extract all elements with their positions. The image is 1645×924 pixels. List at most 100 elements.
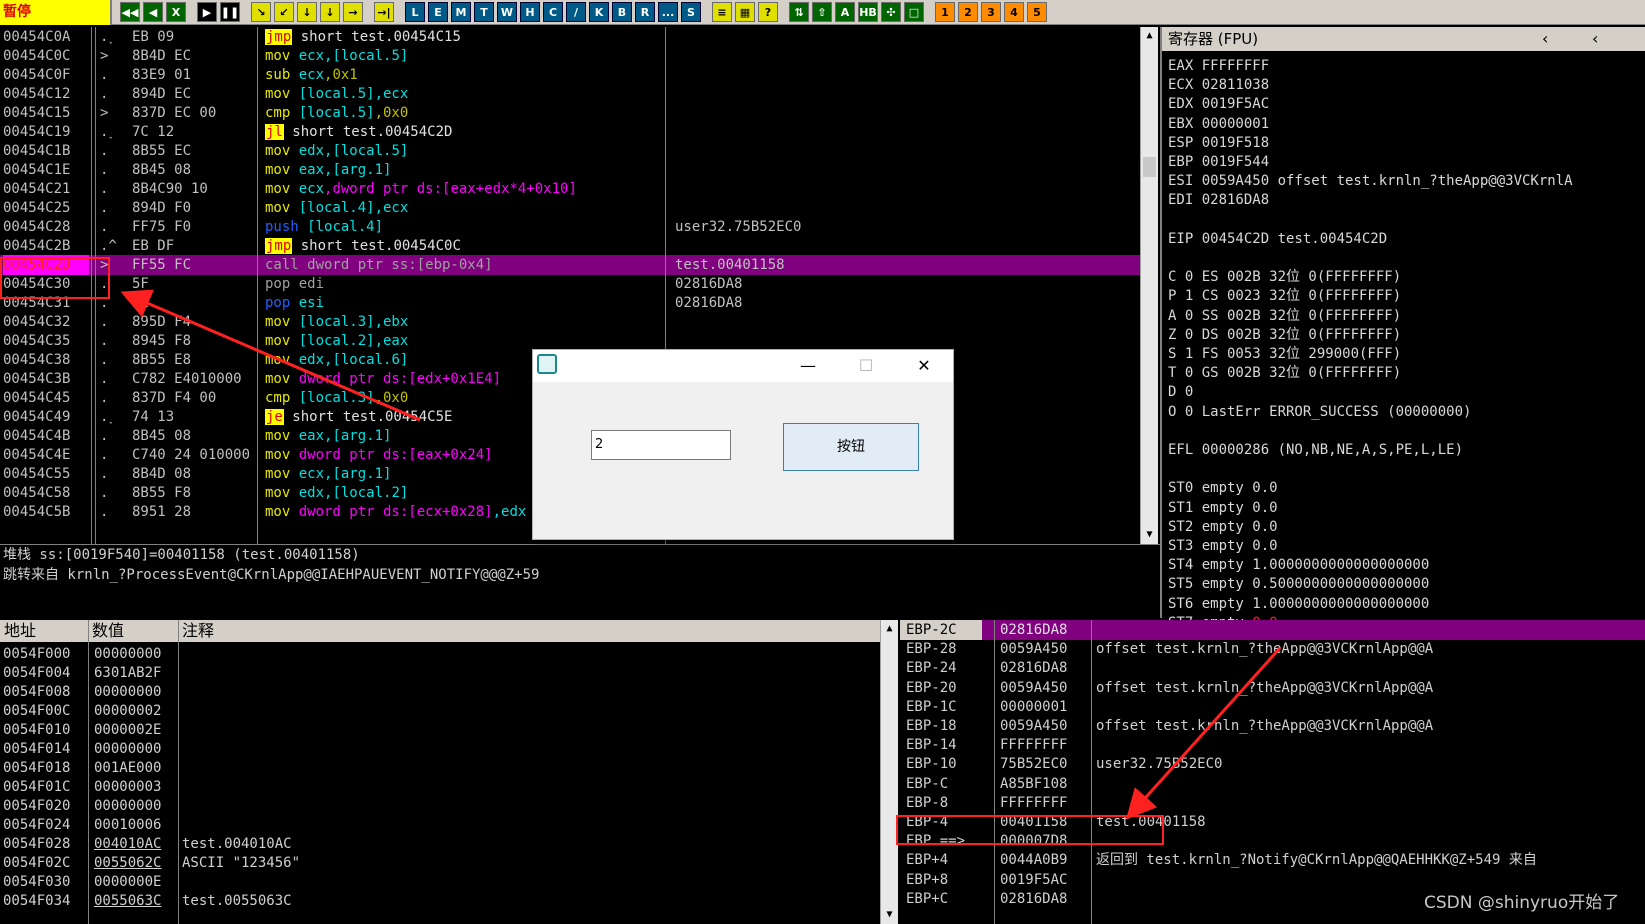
- window-letter-button[interactable]: S: [681, 2, 701, 22]
- plugin-button[interactable]: HB: [858, 2, 878, 22]
- disasm-row[interactable]: 00454C0F. 83E9 01 sub ecx,0x1: [0, 65, 1140, 85]
- registers-header[interactable]: 寄存器 (FPU) ‹ ‹: [1162, 27, 1645, 51]
- app-window-titlebar[interactable]: — ☐ ✕: [533, 350, 953, 382]
- disasm-row[interactable]: 00454C1B. 8B55 EC mov edx,[local.5]: [0, 141, 1140, 161]
- scroll-thumb[interactable]: [1143, 157, 1156, 177]
- window-letter-button[interactable]: L: [405, 2, 425, 22]
- disasm-row[interactable]: 00454C2B .^ EB DF jmp short test.00454C0C: [0, 236, 1140, 256]
- stack-row[interactable]: EBP+4 0044A0B9 返回到 test.krnln_?Notify@CKrn…: [900, 850, 1645, 870]
- register-row[interactable]: ST1 empty 0.0: [1168, 498, 1278, 518]
- number-button[interactable]: 1: [935, 2, 955, 22]
- step-button[interactable]: ↘: [251, 2, 271, 22]
- disasm-row[interactable]: 00454C30. 5F pop edi 02816DA8: [0, 274, 1140, 294]
- execute-till-button[interactable]: →|: [374, 2, 394, 22]
- scroll-down-icon[interactable]: ▼: [881, 906, 898, 924]
- register-row[interactable]: EIP 00454C2D test.00454C2D: [1168, 229, 1387, 249]
- step-button[interactable]: ↙: [274, 2, 294, 22]
- disasm-row[interactable]: 00454C25. 894D F0 mov [local.4],ecx: [0, 198, 1140, 218]
- disasm-row[interactable]: 00454C2D > FF55 FC call dword ptr ss:[ebp-0…: [0, 255, 1140, 275]
- registers-pane[interactable]: 寄存器 (FPU) ‹ ‹ EAX FFFFFFFF ECX 02811038 ED…: [1160, 27, 1645, 631]
- register-row[interactable]: S 1 FS 0053 32位 299000(FFF): [1168, 344, 1401, 364]
- close-button[interactable]: ✕: [901, 350, 947, 382]
- play-button[interactable]: ❚❚: [220, 2, 240, 22]
- number-button[interactable]: 2: [958, 2, 978, 22]
- disasm-row[interactable]: 00454C19 .˯ 7C 12 jl short test.00454C2D: [0, 122, 1140, 142]
- dump-header-comment[interactable]: 注释: [182, 620, 214, 642]
- action-button[interactable]: 按钮: [783, 423, 919, 471]
- plugin-button[interactable]: ✣: [881, 2, 901, 22]
- register-row[interactable]: ST2 empty 0.0: [1168, 517, 1278, 537]
- disasm-row[interactable]: 00454C12. 894D EC mov [local.5],ecx: [0, 84, 1140, 104]
- disasm-row[interactable]: 00454C31. 5E pop esi 02816DA8: [0, 293, 1140, 313]
- minimize-button[interactable]: —: [785, 350, 831, 382]
- dump-scrollbar[interactable]: ▲ ▼: [880, 620, 898, 924]
- window-letter-button[interactable]: B: [612, 2, 632, 22]
- view-button[interactable]: ≡: [712, 2, 732, 22]
- number-button[interactable]: 3: [981, 2, 1001, 22]
- plugin-button[interactable]: □: [904, 2, 924, 22]
- dump-header-address[interactable]: 地址: [4, 620, 36, 642]
- window-letter-button[interactable]: T: [474, 2, 494, 22]
- register-row[interactable]: A 0 SS 002B 32位 0(FFFFFFFF): [1168, 306, 1401, 326]
- register-row[interactable]: EDX 0019F5AC: [1168, 94, 1269, 114]
- register-row[interactable]: ECX 02811038: [1168, 75, 1269, 95]
- window-letter-button[interactable]: W: [497, 2, 517, 22]
- text-input[interactable]: 2: [591, 430, 731, 460]
- register-row[interactable]: ST5 empty 0.5000000000000000000: [1168, 574, 1429, 594]
- disasm-scrollbar[interactable]: ▲ ▼: [1140, 27, 1158, 544]
- register-row[interactable]: EBP 0019F544: [1168, 152, 1269, 172]
- stack-row[interactable]: EBP-14 FFFFFFFF: [900, 735, 1645, 755]
- view-button[interactable]: ?: [758, 2, 778, 22]
- window-letter-button[interactable]: /: [566, 2, 586, 22]
- step-button[interactable]: →: [343, 2, 363, 22]
- window-letter-button[interactable]: R: [635, 2, 655, 22]
- register-row[interactable]: ESI 0059A450 offset test.krnln_?theApp@@…: [1168, 171, 1573, 191]
- window-letter-button[interactable]: H: [520, 2, 540, 22]
- disasm-row[interactable]: 00454C35. 8945 F8 mov [local.2],eax: [0, 331, 1140, 351]
- stack-row[interactable]: EBP-8 FFFFFFFF: [900, 793, 1645, 813]
- view-button[interactable]: ▦: [735, 2, 755, 22]
- scroll-up-icon[interactable]: ▲: [881, 620, 898, 638]
- register-row[interactable]: ST4 empty 1.0000000000000000000: [1168, 555, 1429, 575]
- disasm-row[interactable]: 00454C28. FF75 F0 push [local.4] user32.75B…: [0, 217, 1140, 237]
- disasm-row[interactable]: 00454C0C >8B4D EC mov ecx,[local.5]: [0, 46, 1140, 66]
- run-button[interactable]: X: [166, 2, 186, 22]
- stack-row[interactable]: EBP-28 0059A450 offset test.krnln_?theApp@…: [900, 639, 1645, 659]
- number-button[interactable]: 5: [1027, 2, 1047, 22]
- scroll-down-icon[interactable]: ▼: [1141, 526, 1158, 544]
- stack-row[interactable]: EBP-1C 00000001: [900, 697, 1645, 717]
- register-row[interactable]: EAX FFFFFFFF: [1168, 56, 1269, 76]
- window-letter-button[interactable]: K: [589, 2, 609, 22]
- stack-row[interactable]: EBP-18 0059A450 offset test.krnln_?theApp@…: [900, 716, 1645, 736]
- stack-row[interactable]: EBP-20 0059A450 offset test.krnln_?theApp@…: [900, 678, 1645, 698]
- register-row[interactable]: T 0 GS 002B 32位 0(FFFFFFFF): [1168, 363, 1401, 383]
- register-row[interactable]: EBX 00000001: [1168, 114, 1269, 134]
- step-button[interactable]: ↓: [320, 2, 340, 22]
- chevron-left-icon[interactable]: ‹: [1542, 27, 1548, 51]
- register-row[interactable]: ST3 empty 0.0: [1168, 536, 1278, 556]
- dump-header-value[interactable]: 数值: [92, 620, 124, 642]
- register-row[interactable]: P 1 CS 0023 32位 0(FFFFFFFF): [1168, 286, 1401, 306]
- disasm-row[interactable]: 00454C21. 8B4C90 10 mov ecx,dword ptr ds:[…: [0, 179, 1140, 199]
- register-row[interactable]: C 0 ES 002B 32位 0(FFFFFFFF): [1168, 267, 1401, 287]
- plugin-button[interactable]: ⇅: [789, 2, 809, 22]
- play-button[interactable]: ▶: [197, 2, 217, 22]
- plugin-button[interactable]: ⇧: [812, 2, 832, 22]
- register-row[interactable]: EDI 02816DA8: [1168, 190, 1269, 210]
- register-row[interactable]: O 0 LastErr ERROR_SUCCESS (00000000): [1168, 402, 1471, 422]
- stack-pane[interactable]: EBP-2C 02816DA8 EBP-28 0059A450 offset test.…: [900, 620, 1645, 924]
- disasm-row[interactable]: 00454C1E. 8B45 08 mov eax,[arg.1]: [0, 160, 1140, 180]
- number-button[interactable]: 4: [1004, 2, 1024, 22]
- disasm-row[interactable]: 00454C0A .˯ EB 09 jmp short test.00454C15: [0, 27, 1140, 47]
- step-button[interactable]: ↓: [297, 2, 317, 22]
- stack-row[interactable]: EBP-10 75B52EC0 user32.75B52EC0: [900, 754, 1645, 774]
- window-letter-button[interactable]: C: [543, 2, 563, 22]
- run-button[interactable]: ◀: [143, 2, 163, 22]
- window-letter-button[interactable]: ...: [658, 2, 678, 22]
- run-button[interactable]: ◀◀: [120, 2, 140, 22]
- stack-row[interactable]: EBP+8 0019F5AC: [900, 870, 1645, 890]
- register-row[interactable]: ST0 empty 0.0: [1168, 478, 1278, 498]
- maximize-button[interactable]: ☐: [843, 350, 889, 382]
- stack-row[interactable]: EBP-C A85BF108: [900, 774, 1645, 794]
- app-window[interactable]: — ☐ ✕ 2 按钮: [532, 349, 954, 540]
